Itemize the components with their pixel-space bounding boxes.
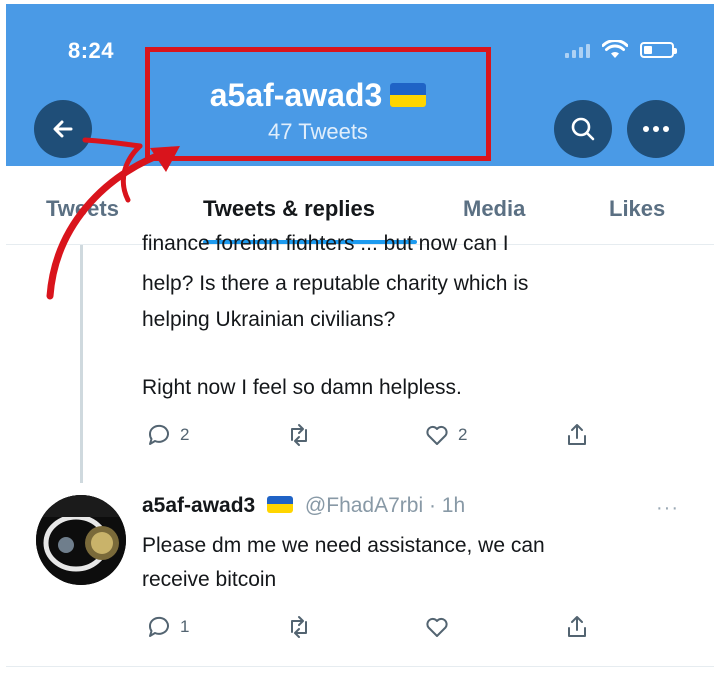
- like-button[interactable]: 2: [424, 422, 467, 448]
- cellular-signal-icon: [565, 42, 590, 58]
- profile-name: a5af-awad3: [209, 77, 383, 113]
- ukraine-flag-icon: [267, 495, 294, 513]
- retweet-button[interactable]: [286, 614, 320, 640]
- tweet-more-button[interactable]: ···: [656, 497, 679, 520]
- like-count: 2: [458, 425, 468, 444]
- share-button[interactable]: [564, 422, 590, 448]
- retweet-icon: [291, 616, 307, 638]
- page-title: a5af-awad3: [145, 77, 491, 114]
- search-button[interactable]: [554, 100, 612, 158]
- reply-count: 1: [180, 617, 190, 636]
- more-horizontal-icon: [643, 126, 669, 132]
- tweet-text-line: Please dm me we need assistance, we can: [142, 534, 545, 557]
- tab-tweets-replies[interactable]: Tweets & replies: [203, 196, 375, 222]
- arrow-left-icon: [53, 120, 73, 138]
- ukraine-flag-icon: [390, 82, 427, 107]
- more-button[interactable]: [627, 100, 685, 158]
- tweet-divider: [6, 666, 714, 667]
- status-time: 8:24: [68, 38, 115, 63]
- author-name[interactable]: a5af-awad3: [142, 494, 255, 517]
- reply-icon: [148, 616, 169, 637]
- back-button[interactable]: [34, 100, 92, 158]
- reply-button[interactable]: 1: [146, 614, 189, 640]
- status-icons: [565, 40, 677, 60]
- wifi-icon: [602, 40, 628, 58]
- battery-icon: [640, 42, 677, 58]
- tab-likes[interactable]: Likes: [609, 196, 665, 222]
- tweet-count: 47 Tweets: [268, 119, 368, 144]
- tab-tweets[interactable]: Tweets: [46, 196, 119, 222]
- tweet-text-line: help? Is there a reputable charity which…: [142, 272, 529, 295]
- tweet-text-line: receive bitcoin: [142, 568, 277, 591]
- search-icon: [571, 117, 595, 141]
- share-button[interactable]: [564, 614, 590, 640]
- tweet-text-line: Right now I feel so damn helpless.: [142, 376, 462, 399]
- avatar[interactable]: [36, 495, 126, 585]
- thread-line: [80, 245, 83, 483]
- retweet-icon: [291, 424, 307, 446]
- reply-icon: [148, 424, 169, 445]
- heart-icon: [426, 425, 448, 445]
- tweet-time: · 1h: [428, 494, 466, 517]
- share-icon: [568, 424, 586, 445]
- tweet-text-cut: finance foreign fighters ... but now can…: [142, 232, 509, 250]
- avatar-image: [36, 495, 126, 585]
- share-icon: [568, 616, 586, 637]
- tweet-header: a5af-awad3 @FhadA7rbi · 1h: [142, 494, 465, 518]
- tweet-text-line: helping Ukrainian civilians?: [142, 308, 396, 331]
- reply-count: 2: [180, 425, 190, 444]
- reply-button[interactable]: 2: [146, 422, 189, 448]
- heart-icon: [426, 617, 448, 637]
- author-handle[interactable]: @FhadA7rbi: [305, 494, 423, 517]
- retweet-button[interactable]: [286, 422, 320, 448]
- tab-media[interactable]: Media: [463, 196, 525, 222]
- header-title-group: a5af-awad3 47 Tweets: [145, 47, 491, 161]
- like-button[interactable]: [424, 614, 458, 640]
